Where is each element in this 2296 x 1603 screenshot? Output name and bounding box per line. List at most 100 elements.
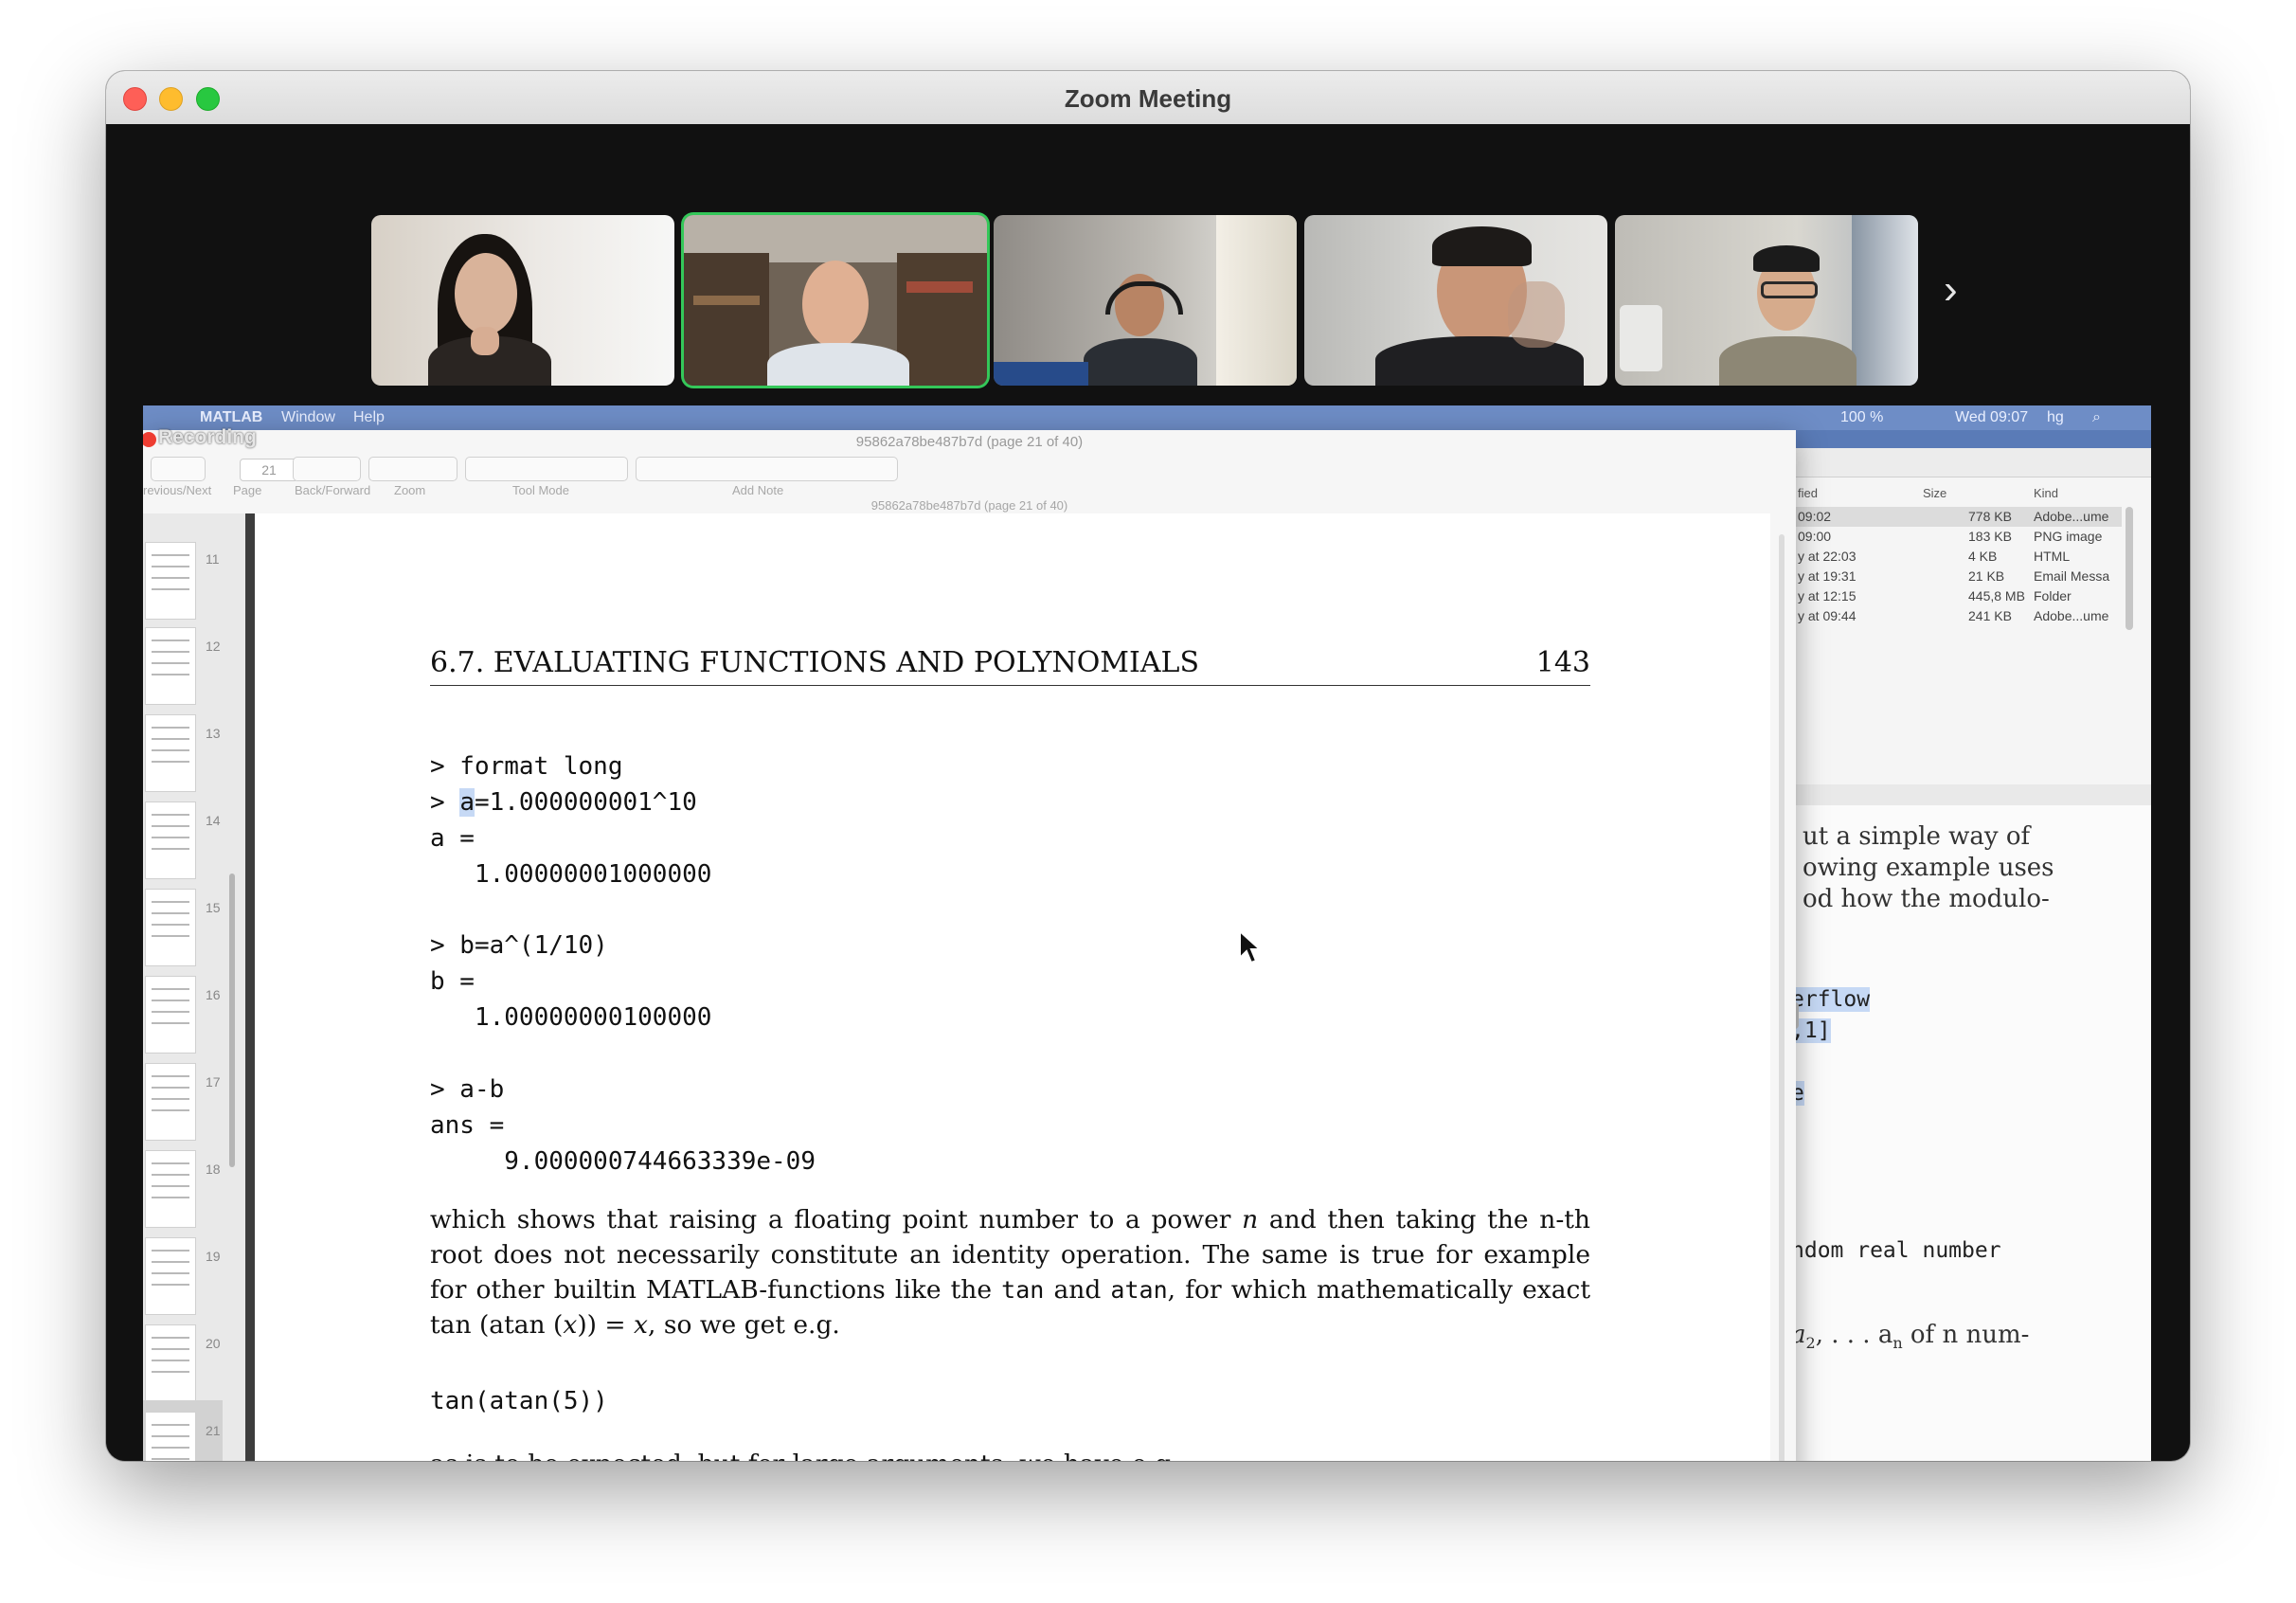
column-kind[interactable]: Kind [2034,486,2058,500]
file-row[interactable]: y at 09:44 241 KB Adobe...ume [1792,606,2122,626]
file-row[interactable]: 09:00 183 KB PNG image [1792,527,2122,547]
code-line: 1.00000001000000 [430,860,712,889]
chevron-right-icon[interactable]: › [1944,266,1958,314]
page-thumbnail[interactable] [145,889,196,966]
code-prompt: > [430,788,460,817]
selected-text[interactable]: a [459,788,475,817]
participant-tile-1[interactable] [371,215,674,386]
sidebar-scrollbar[interactable] [229,874,235,1167]
code-line: b = [430,967,475,996]
zoom-buttons[interactable] [368,457,457,481]
file-size: 21 KB [1968,568,2005,584]
back-forward-buttons[interactable] [293,457,361,481]
participant-tile-4[interactable] [1304,215,1607,386]
page-header: 6.7. EVALUATING FUNCTIONS AND POLYNOMIAL… [430,646,1590,686]
toolbar-label-zoom: Zoom [394,483,426,497]
previous-next-buttons[interactable] [151,457,206,481]
thumbnail-sidebar: 11 12 13 14 15 16 17 18 19 20 21 [143,513,246,1461]
body-line: as is to be expected, but for large argu… [430,1447,1590,1461]
page-thumbnail[interactable] [145,1237,196,1315]
file-date: y at 22:03 [1798,549,1857,564]
body-paragraph: which shows that raising a floating poin… [430,1202,1590,1342]
background-document: ut a simple way of owing example uses od… [1791,784,2151,1461]
preview-window: 95862a78be487b7d (page 21 of 40) 21 revi… [143,430,1796,1461]
paragraph-text: which shows that raising a floating poin… [430,1205,1243,1234]
file-kind: Adobe...ume [2034,509,2109,524]
menubar-user: hg [2047,409,2064,425]
paragraph-text: and [1044,1275,1111,1305]
participant-tile-3[interactable] [994,215,1297,386]
doc-text-line: ut a simple way of [1803,822,2031,851]
menu-matlab[interactable]: MATLAB [200,409,262,426]
page-thumbnail[interactable] [145,976,196,1054]
page-thumbnail[interactable] [145,627,196,705]
menu-help[interactable]: Help [353,409,385,426]
window-title: Zoom Meeting [1064,84,1232,113]
thumbnail-page-number: 19 [206,1249,221,1264]
page-scrollbar[interactable] [1779,534,1785,1461]
thumbnail-page-number: 11 [206,551,220,567]
file-kind: HTML [2034,549,2071,564]
finder-window: fied Size Kind 09:02 778 KB Adobe...ume … [1791,448,2151,789]
file-row[interactable]: 09:02 778 KB Adobe...ume [1792,507,2122,527]
recording-indicator: Recording [158,426,257,448]
page-thumbnail[interactable] [145,542,196,620]
page-thumbnail[interactable] [145,1150,196,1228]
thumbnail-page-number: 17 [206,1074,221,1090]
doc-code-fragment: ndom real number [1791,1238,2001,1263]
doc-math-subscript: n [1892,1334,1903,1353]
page-section-title: 6.7. EVALUATING FUNCTIONS AND POLYNOMIAL… [430,646,1199,679]
file-row[interactable]: y at 12:15 445,8 MB Folder [1792,586,2122,606]
participant-gallery: › [106,124,2190,391]
preview-subtitle: 95862a78be487b7d (page 21 of 40) [870,498,1068,513]
participant-face [802,261,869,348]
page-thumbnail[interactable] [145,802,196,879]
thumbnail-page-number: 12 [206,639,221,654]
page-thumbnail[interactable] [145,1412,196,1461]
file-row[interactable]: y at 22:03 4 KB HTML [1792,547,2122,567]
toolbar-label-page: Page [233,483,262,497]
page-gutter [245,513,255,1461]
inline-code: atan [1110,1276,1168,1304]
thumbnail-page-number: 14 [206,813,221,828]
code-line: ans = [430,1111,505,1140]
menu-window[interactable]: Window [281,409,335,426]
code-line: 1.00000000100000 [430,1003,712,1032]
code-line: 9.000000744663339e-09 [430,1147,816,1176]
thumbnail-page-number: 21 [206,1423,221,1438]
doc-code-fragment: erflow [1791,987,1871,1012]
page-thumbnail[interactable] [145,1063,196,1141]
column-date-modified[interactable]: fied [1798,486,1818,500]
column-size[interactable]: Size [1923,486,1946,500]
file-kind: PNG image [2034,529,2103,544]
file-kind: Folder [2034,588,2072,603]
file-date: 09:00 [1798,529,1832,544]
code-line: > a=1.000000001^10 [430,788,697,817]
background-document-bar [1791,784,2151,805]
math-variable: n [1242,1205,1259,1234]
file-row[interactable]: y at 19:31 21 KB Email Messa [1792,567,2122,586]
file-size: 4 KB [1968,549,1998,564]
battery-status: 100 % [1840,409,1884,425]
code-example: tan(atan(5)) [430,1387,608,1415]
doc-text-line: od how the modulo- [1803,885,2050,913]
shared-screen: MATLAB Window Help 100 % Wed 09:07 hg ⌕ … [143,405,2151,1461]
add-note-buttons[interactable] [636,457,898,481]
page-number-field[interactable]: 21 [240,459,298,481]
participant-tile-5[interactable] [1615,215,1918,386]
toolbar-label-add-note: Add Note [732,483,784,497]
file-size: 778 KB [1968,509,2012,524]
doc-math-text: of n num- [1902,1321,2030,1349]
finder-scrollbar[interactable] [2126,507,2133,630]
thumbnail-page-number: 15 [206,900,221,915]
math-expression: tan (atan ( [430,1310,564,1340]
page-number: 143 [1535,646,1590,679]
page-thumbnail[interactable] [145,714,196,792]
file-kind: Adobe...ume [2034,608,2109,623]
thumbnail-page-number: 16 [206,987,221,1002]
doc-math-line: a2, . . . an of n num- [1791,1321,2029,1352]
tool-mode-buttons[interactable] [465,457,628,481]
page-thumbnail[interactable] [145,1324,196,1402]
participant-tile-2[interactable] [684,215,987,386]
search-icon[interactable]: ⌕ [2092,409,2101,426]
